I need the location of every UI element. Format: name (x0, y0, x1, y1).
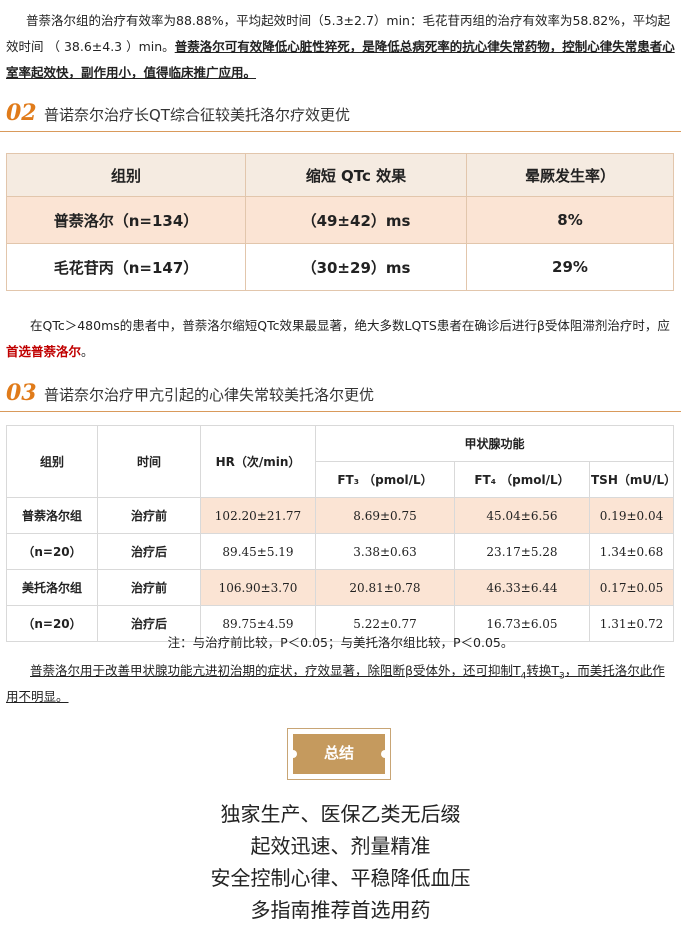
table-row: 普萘洛尔（n=134） （49±42）ms 8% (6, 196, 674, 244)
table-header: 甲状腺功能 (315, 425, 674, 462)
table-header: 组别 (6, 425, 98, 498)
table-note: 注：与治疗前比较，P＜0.05；与美托洛尔组比较，P＜0.05。 (167, 635, 514, 650)
table-header: HR（次/min） (200, 425, 316, 498)
table-cell: 89.45±5.19 (200, 533, 316, 570)
section-number: 03 (6, 380, 37, 406)
table-cell: 102.20±21.77 (200, 497, 316, 534)
thyroid-paragraph: 普萘洛尔用于改善甲状腺功能亢进初治期的症状，疗效显著，除阻断β受体外，还可抑制T… (0, 658, 681, 710)
table-cell: 治疗前 (97, 497, 201, 534)
table-cell: 毛花苷丙（n=147） (6, 243, 246, 291)
table-header: FT₄ （pmol/L） (454, 461, 590, 498)
table-cell: 29% (466, 243, 674, 291)
summary-badge: 总结 (287, 728, 391, 780)
group-name: 普萘洛尔组 (6, 497, 98, 534)
section-number: 02 (6, 100, 37, 126)
table-cell: 23.17±5.28 (454, 533, 590, 570)
conclusion-line: 安全控制心律、平稳降低血压 (210, 866, 471, 890)
table-cell: （49±42）ms (245, 196, 467, 244)
section-divider (0, 411, 681, 412)
table-cell: 治疗后 (97, 533, 201, 570)
thyroid-text: 转换T (526, 663, 559, 678)
table-cell: 0.19±0.04 (589, 497, 674, 534)
section-title: 普诺奈尔治疗长QT综合征较美托洛尔疗效更优 (44, 106, 350, 124)
table-row: 普萘洛尔组 治疗前 102.20±21.77 8.69±0.75 45.04±6… (6, 497, 674, 534)
highlight-text: 首选普萘洛尔 (6, 344, 82, 359)
table-header: 组别 (6, 153, 246, 197)
intro-paragraph: 普萘洛尔组的治疗有效率为88.88%，平均起效时间（5.3±2.7）min：毛花… (0, 8, 681, 86)
table-cell: 1.34±0.68 (589, 533, 674, 570)
group-name: 美托洛尔组 (6, 569, 98, 606)
qtc-text-end: 。 (81, 344, 94, 359)
table-row: 毛花苷丙（n=147） （30±29）ms 29% (6, 243, 674, 291)
qtc-paragraph: 在QTc＞480ms的患者中，普萘洛尔缩短QTc效果最显著，绝大多数LQTS患者… (0, 313, 681, 365)
table-cell: 3.38±0.63 (315, 533, 455, 570)
section-header-03: 03 普诺奈尔治疗甲亢引起的心律失常较美托洛尔更优 (0, 376, 681, 412)
table-header: 时间 (97, 425, 201, 498)
table-header: 缩短 QTc 效果 (245, 153, 467, 197)
table-cell: 46.33±6.44 (454, 569, 590, 606)
table-cell: 20.81±0.78 (315, 569, 455, 606)
section-header-02: 02 普诺奈尔治疗长QT综合征较美托洛尔疗效更优 (0, 96, 681, 132)
table-header: 晕厥发生率） (466, 153, 674, 197)
table-cell: 治疗前 (97, 569, 201, 606)
table-cell: 8% (466, 196, 674, 244)
table-cell: 45.04±6.56 (454, 497, 590, 534)
table-cell: 8.69±0.75 (315, 497, 455, 534)
table-row: 美托洛尔组 治疗前 106.90±3.70 20.81±0.78 46.33±6… (6, 569, 674, 606)
qtc-table: 组别 缩短 QTc 效果 晕厥发生率） 普萘洛尔（n=134） （49±42）m… (6, 153, 674, 291)
table-cell: 普萘洛尔（n=134） (6, 196, 246, 244)
thyroid-text: 普萘洛尔用于改善甲状腺功能亢进初治期的症状，疗效显著，除阻断β受体外，还可抑制T (30, 663, 521, 678)
group-n: （n=20） (6, 533, 98, 570)
conclusion-line: 独家生产、医保乙类无后缀 (220, 802, 461, 826)
table-header: TSH（mU/L） (589, 461, 676, 498)
conclusion-line: 多指南推荐首选用药 (250, 898, 431, 922)
table-row: （n=20） 治疗后 89.45±5.19 3.38±0.63 23.17±5.… (6, 533, 674, 570)
section-title: 普诺奈尔治疗甲亢引起的心律失常较美托洛尔更优 (44, 386, 375, 404)
table-cell: 106.90±3.70 (200, 569, 316, 606)
conclusion-line: 起效迅速、剂量精准 (250, 834, 431, 858)
table-header: FT₃ （pmol/L） (315, 461, 455, 498)
summary-label: 总结 (323, 744, 354, 762)
table-cell: 0.17±0.05 (589, 569, 674, 606)
table-cell: （30±29）ms (245, 243, 467, 291)
section-divider (0, 131, 681, 132)
qtc-text: 在QTc＞480ms的患者中，普萘洛尔缩短QTc效果最显著，绝大多数LQTS患者… (30, 318, 670, 333)
thyroid-table: 组别 时间 HR（次/min） 甲状腺功能 FT₃ （pmol/L） FT₄ （… (6, 425, 676, 642)
